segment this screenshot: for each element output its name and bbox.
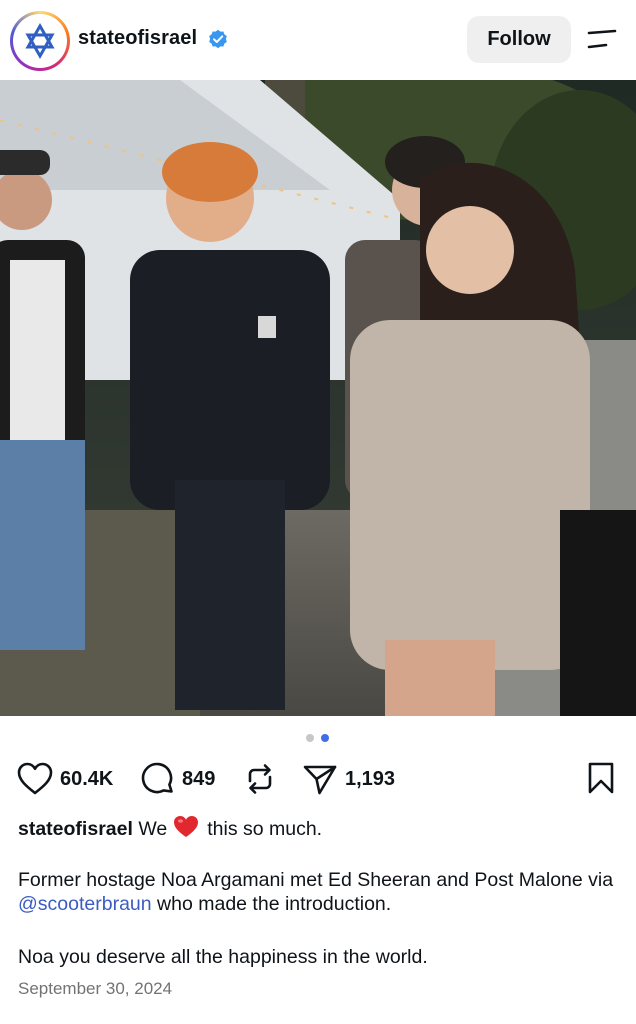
post-photo[interactable] <box>0 80 636 716</box>
comment-button[interactable]: 849 <box>141 758 215 800</box>
caption-paragraph-2: Former hostage Noa Argamani met Ed Sheer… <box>18 868 618 916</box>
verified-badge-icon <box>208 29 228 54</box>
bookmark-icon[interactable] <box>587 762 615 799</box>
repost-button[interactable] <box>243 758 277 800</box>
comment-count: 849 <box>182 767 216 790</box>
heart-icon <box>17 762 53 795</box>
red-heart-icon <box>173 815 199 845</box>
follow-button[interactable]: Follow <box>467 16 571 63</box>
mention-link[interactable]: @scooterbraun <box>18 893 152 915</box>
caption-para2-start: Former hostage Noa Argamani met Ed Sheer… <box>18 869 614 891</box>
carousel-dot[interactable] <box>306 734 314 742</box>
post-date: September 30, 2024 <box>18 979 173 998</box>
repost-icon <box>248 764 272 794</box>
carousel-indicator <box>306 734 332 742</box>
send-icon <box>303 765 337 795</box>
username[interactable]: stateofisrael <box>78 27 197 50</box>
share-button[interactable]: 1,193 <box>302 758 395 800</box>
avatar[interactable] <box>10 11 70 71</box>
comment-icon <box>141 762 173 794</box>
post-header: stateofisrael Follow <box>0 0 636 80</box>
caption-paragraph-3: Noa you deserve all the happiness in the… <box>18 946 428 968</box>
like-button[interactable]: 60.4K <box>17 758 113 800</box>
carousel-dot-active[interactable] <box>321 734 329 742</box>
caption-text-start: We <box>138 818 168 840</box>
like-count: 60.4K <box>60 767 114 790</box>
caption: stateofisrael We this so much. <box>18 815 618 845</box>
action-bar: 60.4K 849 1,193 <box>0 758 636 800</box>
caption-text-end: this so much. <box>207 818 323 840</box>
share-count: 1,193 <box>345 767 396 790</box>
star-of-david-icon <box>13 14 67 68</box>
menu-icon[interactable] <box>586 28 618 55</box>
caption-username[interactable]: stateofisrael <box>18 818 133 840</box>
caption-para2-end: who made the introduction. <box>151 893 392 915</box>
